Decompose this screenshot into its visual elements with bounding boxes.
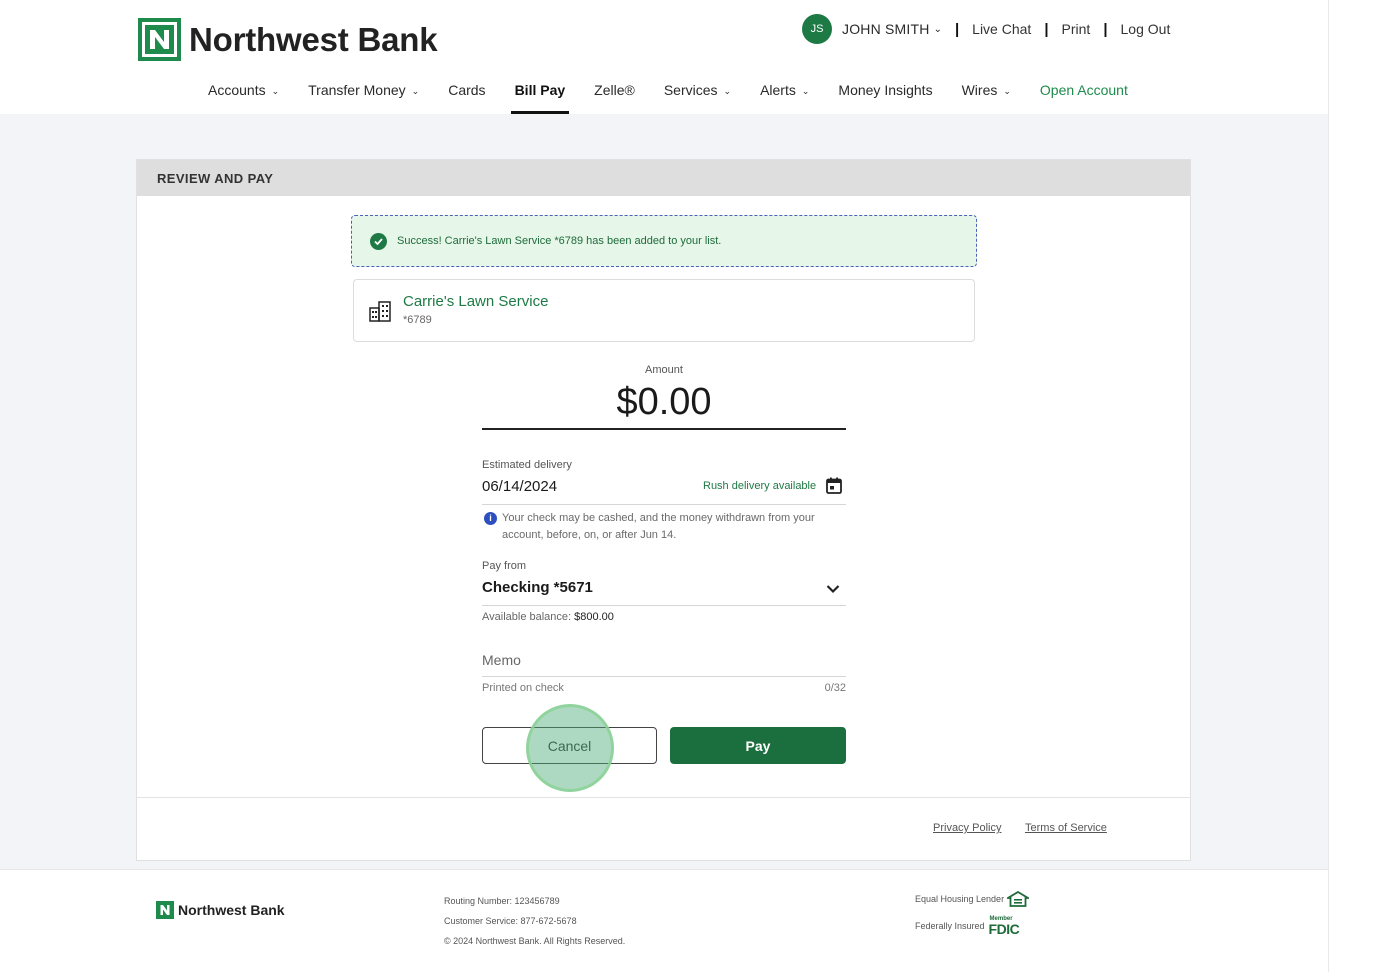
available-balance-label: Available balance: xyxy=(482,611,572,623)
log-out-link[interactable]: Log Out xyxy=(1121,21,1171,37)
delivery-label: Estimated delivery xyxy=(482,459,572,471)
cancel-button[interactable]: Cancel xyxy=(482,727,657,764)
main-nav: Accounts ⌄ Transfer Money ⌄ Cards Bill P… xyxy=(208,82,1157,114)
logo-mark-icon xyxy=(156,901,174,919)
footer-logo[interactable]: Northwest Bank xyxy=(156,901,285,919)
chevron-down-icon: ⌄ xyxy=(801,86,810,96)
routing-number: Routing Number: 123456789 xyxy=(444,896,560,906)
available-balance: Available balance: $800.00 xyxy=(482,611,614,623)
footer-bank-name: Northwest Bank xyxy=(178,902,285,918)
building-icon xyxy=(369,300,391,327)
calendar-icon[interactable] xyxy=(826,477,842,499)
memo-char-count: 0/32 xyxy=(824,682,846,694)
privacy-policy-link[interactable]: Privacy Policy xyxy=(933,822,1001,834)
fdic-label: FDIC xyxy=(988,921,1020,937)
nav-accounts[interactable]: Accounts ⌄ xyxy=(208,82,279,114)
chevron-down-icon: ⌄ xyxy=(723,86,732,96)
scrollbar-track[interactable] xyxy=(1328,0,1400,972)
nav-label: Alerts xyxy=(760,82,796,98)
divider xyxy=(482,504,846,505)
site-header: Northwest Bank JS JOHN SMITH ⌄ | Live Ch… xyxy=(0,0,1328,114)
amount-input[interactable]: $0.00 xyxy=(482,381,846,424)
terms-of-service-link[interactable]: Terms of Service xyxy=(1025,822,1107,834)
memo-input[interactable]: Memo xyxy=(482,652,521,668)
chevron-down-icon: ⌄ xyxy=(933,23,942,35)
nav-label: Services xyxy=(663,82,718,98)
fdic-insured: Federally Insured Member FDIC xyxy=(915,916,1021,937)
equal-housing-icon xyxy=(1007,891,1030,907)
equal-housing-label: Equal Housing Lender xyxy=(915,894,1005,904)
memo-underline xyxy=(482,676,846,677)
available-balance-value: $800.00 xyxy=(574,611,614,623)
check-circle-icon xyxy=(370,232,387,250)
site-footer: Northwest Bank Routing Number: 123456789… xyxy=(0,869,1328,972)
nav-label: Money Insights xyxy=(838,82,933,98)
delivery-date[interactable]: 06/14/2024 xyxy=(482,478,557,495)
info-icon: i xyxy=(484,512,497,525)
delivery-info-text: Your check may be cashed, and the money … xyxy=(502,512,815,541)
rush-delivery-link[interactable]: Rush delivery available xyxy=(703,480,816,492)
nav-label: Open Account xyxy=(1039,82,1128,98)
success-message: Success! Carrie's Lawn Service *6789 has… xyxy=(397,235,722,247)
federally-insured-label: Federally Insured xyxy=(915,921,985,931)
amount-underline xyxy=(482,428,846,430)
delivery-info: i Your check may be cashed, and the mone… xyxy=(484,510,846,544)
nav-cards[interactable]: Cards xyxy=(448,82,485,114)
nav-label: Transfer Money xyxy=(308,82,406,98)
divider xyxy=(137,797,1190,798)
bank-name: Northwest Bank xyxy=(189,20,438,58)
logo-mark-icon xyxy=(138,18,181,61)
card-title: REVIEW AND PAY xyxy=(137,160,1190,196)
review-and-pay-card: REVIEW AND PAY Success! Carrie's Lawn Se… xyxy=(136,159,1191,861)
memo-helper: Printed on check xyxy=(482,682,564,694)
divider xyxy=(482,605,846,606)
divider: | xyxy=(954,20,960,38)
equal-housing: Equal Housing Lender xyxy=(915,891,1030,907)
nav-label: Accounts xyxy=(208,82,266,98)
payee-name[interactable]: Carrie's Lawn Service xyxy=(403,293,548,310)
customer-service: Customer Service: 877-672-5678 xyxy=(444,916,577,926)
nav-transfer-money[interactable]: Transfer Money ⌄ xyxy=(308,82,419,114)
live-chat-link[interactable]: Live Chat xyxy=(972,21,1031,37)
user-name-menu[interactable]: JOHN SMITH xyxy=(842,21,930,37)
pay-from-select[interactable]: Checking *5671 xyxy=(482,579,593,596)
nav-wires[interactable]: Wires ⌄ xyxy=(962,82,1011,114)
nav-alerts[interactable]: Alerts ⌄ xyxy=(760,82,809,114)
divider: | xyxy=(1044,20,1049,38)
nav-label: Zelle® xyxy=(594,82,635,98)
payee-account: *6789 xyxy=(403,314,432,326)
nav-bill-pay[interactable]: Bill Pay xyxy=(510,82,569,114)
payee-summary: Carrie's Lawn Service *6789 xyxy=(353,279,975,342)
copyright: © 2024 Northwest Bank. All Rights Reserv… xyxy=(444,936,626,946)
amount-label: Amount xyxy=(645,364,683,376)
nav-money-insights[interactable]: Money Insights xyxy=(838,82,932,114)
divider: | xyxy=(1103,20,1108,38)
chevron-down-icon: ⌄ xyxy=(271,86,280,96)
pay-from-label: Pay from xyxy=(482,560,527,572)
chevron-down-icon: ⌄ xyxy=(411,86,420,96)
nav-label: Wires xyxy=(961,82,998,98)
pay-button[interactable]: Pay xyxy=(670,727,846,764)
nav-open-account[interactable]: Open Account xyxy=(1040,82,1128,114)
success-banner: Success! Carrie's Lawn Service *6789 has… xyxy=(351,215,977,267)
nav-services[interactable]: Services ⌄ xyxy=(664,82,731,114)
fdic-logo: Member FDIC xyxy=(988,916,1021,937)
chevron-down-icon[interactable] xyxy=(826,581,840,599)
avatar[interactable]: JS xyxy=(802,14,832,44)
nav-zelle[interactable]: Zelle® xyxy=(594,82,635,114)
nav-label: Cards xyxy=(448,82,486,98)
bank-logo[interactable]: Northwest Bank xyxy=(138,18,438,61)
nav-label: Bill Pay xyxy=(514,82,566,98)
print-link[interactable]: Print xyxy=(1062,21,1091,37)
chevron-down-icon: ⌄ xyxy=(1003,86,1011,96)
user-area: JS JOHN SMITH ⌄ | Live Chat | Print | Lo… xyxy=(802,14,1170,44)
